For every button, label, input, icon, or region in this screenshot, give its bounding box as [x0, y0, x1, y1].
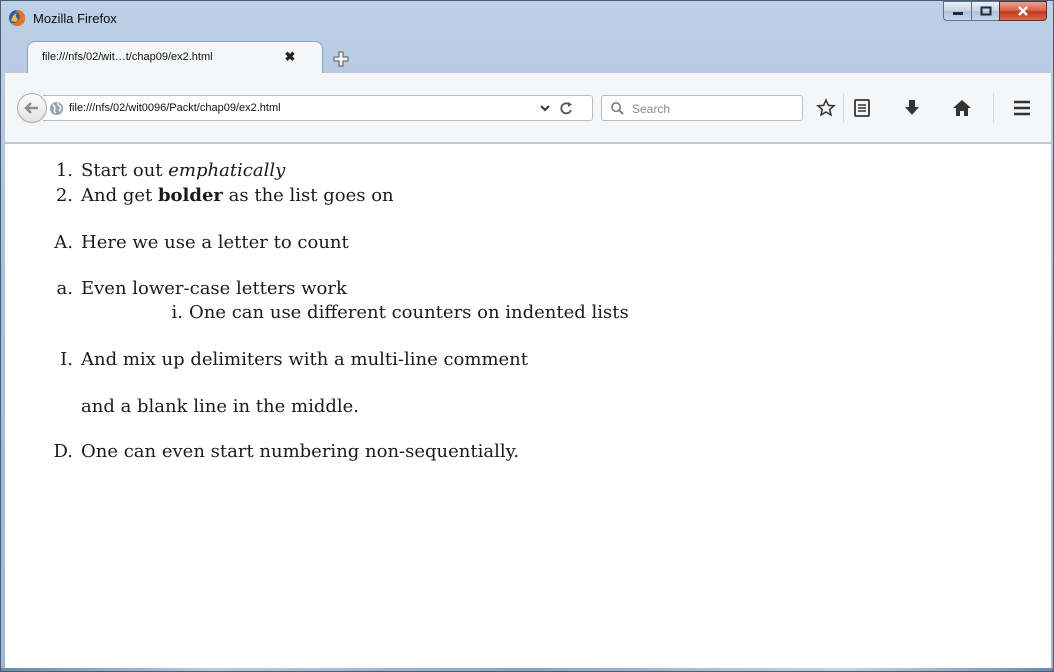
list-item-text: And get — [81, 185, 158, 206]
list-marker: 2. — [55, 185, 73, 206]
list-item: One can even start numbering non-sequent… — [81, 441, 520, 462]
list-item: And get bolder as the list goes on — [81, 185, 394, 206]
reading-list-button[interactable] — [849, 95, 875, 121]
list-marker: a. — [56, 278, 73, 299]
browser-window: Mozilla Firefox file:///nfs/02/wit…t/cha… — [0, 0, 1054, 672]
close-button[interactable] — [999, 1, 1047, 21]
navigation-bar: file:///nfs/02/wit0096/Packt/chap09/ex2.… — [5, 73, 1051, 143]
bold-text: bolder — [157, 185, 223, 206]
menu-icon — [1014, 100, 1030, 116]
tab-label: file:///nfs/02/wit…t/chap09/ex2.html — [42, 51, 213, 63]
tab-close-icon[interactable]: ✖ — [282, 49, 298, 65]
close-icon — [1018, 6, 1028, 16]
reload-icon[interactable] — [558, 99, 574, 117]
list-item: And mix up delimiters with a multi-line … — [81, 349, 529, 370]
home-button[interactable] — [949, 95, 975, 121]
url-bar[interactable]: file:///nfs/02/wit0096/Packt/chap09/ex2.… — [43, 95, 593, 121]
bookmark-star-icon — [816, 98, 836, 117]
list-item: One can use different counters on indent… — [189, 302, 629, 323]
firefox-logo-icon — [9, 9, 26, 26]
list-item-text: Start out — [81, 160, 169, 181]
plus-icon[interactable] — [331, 49, 351, 69]
download-icon — [905, 100, 919, 115]
globe-icon — [49, 101, 64, 116]
search-placeholder: Search — [632, 102, 671, 116]
url-text[interactable]: file:///nfs/02/wit0096/Packt/chap09/ex2.… — [69, 102, 281, 114]
minimize-button[interactable] — [943, 1, 971, 21]
list-item: Even lower-case letters work — [81, 278, 347, 299]
bookmark-button[interactable] — [813, 95, 839, 121]
minimize-icon — [952, 12, 963, 15]
back-button[interactable] — [17, 93, 47, 123]
maximize-button[interactable] — [971, 1, 999, 21]
title-bar[interactable]: Mozilla Firefox — [1, 1, 1053, 37]
list-marker: i. — [171, 302, 183, 323]
list-marker: A. — [54, 232, 73, 253]
menu-button[interactable] — [1009, 95, 1035, 121]
list-item: Start out emphatically — [81, 160, 285, 181]
downloads-button[interactable] — [899, 95, 925, 121]
toolbar-separator — [993, 93, 994, 123]
toolbar-separator — [843, 93, 844, 123]
list-item-continuation: and a blank line in the middle. — [81, 396, 360, 417]
tab-ex2[interactable]: file:///nfs/02/wit…t/chap09/ex2.html ✖ — [27, 41, 323, 73]
list-marker: I. — [60, 349, 73, 370]
reading-list-icon — [854, 99, 870, 117]
window-bottom-edge — [1, 668, 1053, 671]
list-marker: D. — [53, 441, 73, 462]
emphasized-text: emphatically — [168, 160, 286, 181]
dropdown-icon[interactable] — [539, 100, 551, 116]
home-icon — [953, 100, 971, 116]
list-item-text: as the list goes on — [222, 185, 394, 206]
window-title: Mozilla Firefox — [33, 11, 117, 26]
search-icon — [611, 102, 624, 115]
tab-strip: file:///nfs/02/wit…t/chap09/ex2.html ✖ — [5, 37, 1051, 73]
back-arrow-icon — [24, 102, 38, 114]
page-content: 1. Start out emphatically 2. And get bol… — [5, 144, 1051, 668]
search-bar[interactable]: Search — [601, 95, 803, 121]
window-controls — [943, 1, 1047, 21]
list-item: Here we use a letter to count — [81, 232, 349, 253]
list-marker: 1. — [55, 160, 73, 181]
maximize-icon — [980, 6, 991, 16]
